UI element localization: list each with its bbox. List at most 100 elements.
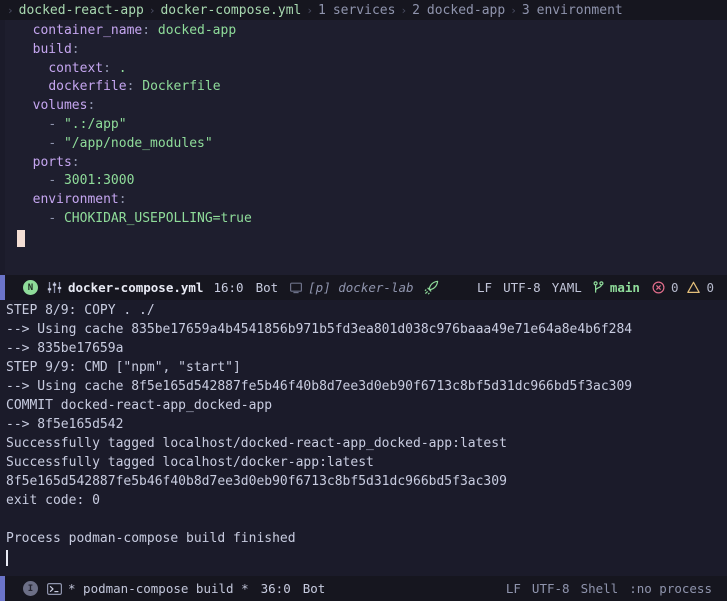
- editor-cursor-position: 16:0: [213, 280, 244, 295]
- code-line[interactable]: [0, 248, 727, 267]
- breadcrumb-separator-icon: ›: [400, 3, 408, 17]
- code-token-punct: :: [71, 154, 80, 170]
- breadcrumb-item-docked-app[interactable]: docked-app: [427, 3, 505, 18]
- code-line[interactable]: dockerfile: Dockerfile: [0, 78, 727, 97]
- terminal-cursor: [6, 550, 8, 566]
- code-token-punct: :: [126, 79, 143, 95]
- code-token-key: build: [32, 41, 72, 57]
- warning-triangle-icon[interactable]: [687, 281, 701, 294]
- editor-language[interactable]: YAML: [552, 280, 582, 295]
- code-token-str: .: [118, 60, 127, 76]
- terminal-line: --> 835be17659a: [6, 341, 124, 356]
- code-line[interactable]: context: .: [0, 60, 727, 79]
- terminal-output[interactable]: STEP 8/9: COPY . ./ --> Using cache 835be…: [0, 301, 727, 567]
- breadcrumb-index-docked-app: 2: [412, 2, 420, 18]
- breadcrumb-item-services[interactable]: services: [333, 3, 396, 18]
- breadcrumb-separator-icon: ›: [306, 3, 313, 17]
- code-token-key: volumes: [32, 98, 88, 114]
- code-token-str: docked-app: [157, 23, 237, 38]
- editor-status-bar: N docker-compose.yml 16:0 Bot [p] docker…: [0, 275, 727, 300]
- terminal-status-bar: I * podman-compose build * 36:0 Bot LF U…: [0, 576, 727, 601]
- breadcrumb-item-environment[interactable]: environment: [537, 3, 623, 18]
- breadcrumb-item-file[interactable]: docker-compose.yml: [160, 3, 301, 18]
- terminal-panel[interactable]: STEP 8/9: COPY . ./ --> Using cache 835be…: [0, 300, 727, 576]
- code-line[interactable]: volumes:: [0, 97, 727, 116]
- breadcrumb-item-project[interactable]: docked-react-app: [19, 3, 144, 18]
- terminal-encoding[interactable]: UTF-8: [532, 581, 570, 596]
- terminal-line: --> Using cache 8f5e165d542887fe5b46f40b…: [6, 379, 633, 394]
- editor-filename[interactable]: docker-compose.yml: [68, 280, 203, 295]
- code-line[interactable]: ports:: [0, 154, 727, 173]
- breadcrumb-separator-icon: ›: [7, 3, 14, 17]
- terminal-line-ending[interactable]: LF: [506, 581, 521, 596]
- code-editor[interactable]: container_name: docked-app build: contex…: [0, 20, 727, 275]
- code-line[interactable]: - 3001:3000: [0, 172, 727, 191]
- code-line[interactable]: - ".:/app": [0, 116, 727, 135]
- terminal-scroll-indicator: Bot: [302, 581, 326, 596]
- editor-line-ending[interactable]: LF: [477, 280, 492, 295]
- terminal-line: STEP 9/9: CMD ["npm", "start"]: [6, 360, 241, 375]
- code-token-punct: :: [118, 192, 127, 208]
- code-token-key: container_name: [32, 23, 143, 38]
- code-line[interactable]: container_name: docked-app: [0, 22, 727, 41]
- error-circle-icon[interactable]: [652, 281, 665, 294]
- breadcrumb-index-services: 1: [318, 2, 326, 18]
- editor-mode-badge: N: [23, 280, 38, 295]
- rocket-icon[interactable]: [424, 280, 440, 295]
- code-token-dash: -: [48, 116, 64, 132]
- breadcrumb-separator-icon: ›: [510, 3, 517, 17]
- code-line[interactable]: environment:: [0, 191, 727, 210]
- terminal-status-left: I * podman-compose build * 36:0 Bot: [5, 581, 506, 596]
- terminal-line: exit code: 0: [6, 493, 100, 508]
- terminal-line: Successfully tagged localhost/docker-app…: [6, 455, 374, 470]
- code-line[interactable]: [0, 229, 727, 248]
- terminal-prompt-icon[interactable]: [47, 582, 62, 595]
- code-token-dash: -: [48, 135, 64, 151]
- breadcrumb-separator-icon: ›: [148, 3, 156, 17]
- code-token-key: environment: [32, 192, 119, 208]
- editor-gutter: [0, 20, 5, 275]
- terminal-mode-badge: I: [23, 581, 38, 596]
- terminal-line: 8f5e165d542887fe5b46f40b8d7ee3d0eb90f671…: [6, 474, 507, 489]
- terminal-command-label[interactable]: * podman-compose build *: [68, 581, 249, 596]
- code-token-str: CHOKIDAR_USEPOLLING=true: [63, 210, 252, 226]
- editor-scroll-indicator: Bot: [255, 280, 279, 295]
- editor-status-left: N docker-compose.yml 16:0 Bot [p] docker…: [5, 280, 477, 295]
- code-line[interactable]: build:: [0, 41, 727, 60]
- editor-status-right: LF UTF-8 YAML main 0 0: [477, 280, 727, 295]
- code-line[interactable]: - "/app/node_modules": [0, 135, 727, 154]
- git-branch-icon[interactable]: [593, 281, 604, 294]
- terminal-cursor-position: 36:0: [260, 581, 291, 596]
- code-token-dash: -: [48, 210, 64, 226]
- settings-sliders-icon[interactable]: [47, 281, 62, 294]
- code-token-punct: :: [103, 60, 119, 76]
- ide-window: › docked-react-app › docker-compose.yml …: [0, 0, 727, 601]
- editor-encoding[interactable]: UTF-8: [503, 280, 541, 295]
- terminal-shell-state: :no process: [629, 581, 712, 596]
- editor-error-count: 0: [670, 280, 679, 295]
- code-token-str: ".:/app": [63, 116, 127, 132]
- code-token-punct: :: [71, 41, 80, 57]
- terminal-shell-label[interactable]: Shell: [581, 581, 619, 596]
- code-token-num: 3001:3000: [63, 173, 135, 189]
- breadcrumb: › docked-react-app › docker-compose.yml …: [0, 0, 727, 20]
- terminal-line: Successfully tagged localhost/docked-rea…: [6, 436, 507, 451]
- editor-project-label[interactable]: [p] docker-lab: [308, 280, 413, 295]
- editor-warning-count: 0: [706, 280, 714, 295]
- terminal-line: STEP 8/9: COPY . ./: [6, 303, 155, 318]
- editor-git-branch[interactable]: main: [610, 280, 640, 295]
- terminal-line: --> Using cache 835be17659a4b4541856b971…: [6, 322, 633, 337]
- editor-code-area[interactable]: container_name: docked-app build: contex…: [0, 22, 727, 266]
- code-line[interactable]: - CHOKIDAR_USEPOLLING=true: [0, 210, 727, 229]
- editor-cursor: [17, 229, 25, 247]
